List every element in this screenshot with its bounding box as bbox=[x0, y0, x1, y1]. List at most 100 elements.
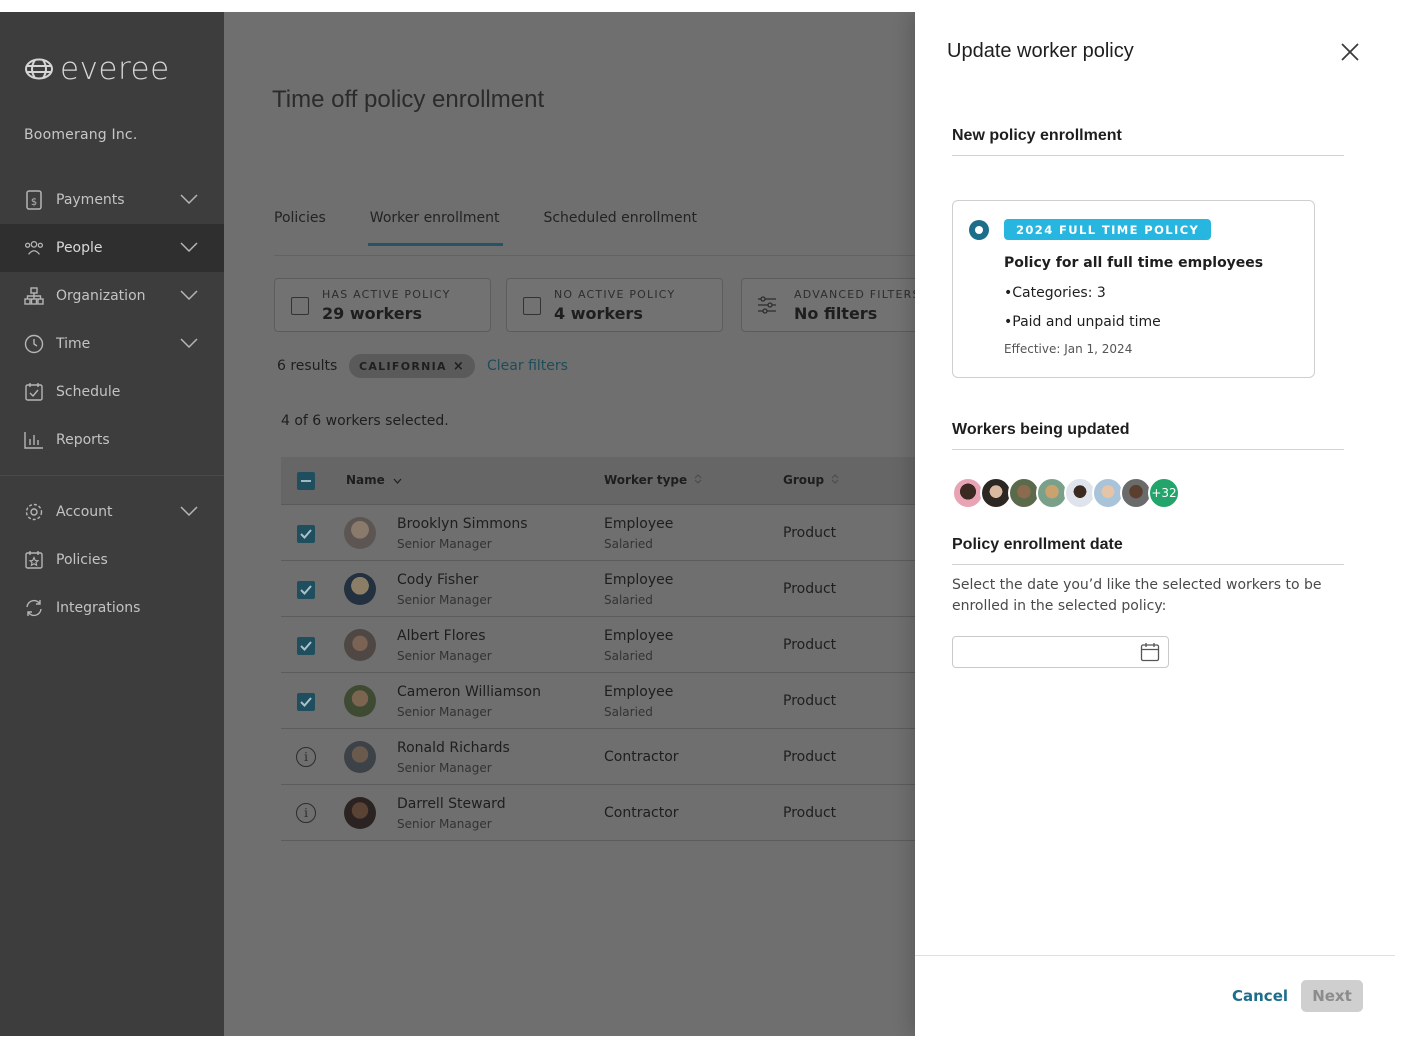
tab-worker-enrollment[interactable]: Worker enrollment bbox=[367, 210, 504, 246]
sidebar-item-reports[interactable]: Reports bbox=[0, 416, 224, 464]
workers-table: Name Worker type Group Brooklyn Simmons … bbox=[281, 457, 921, 841]
payments-icon: $ bbox=[24, 190, 44, 210]
table-row[interactable]: Cameron Williamson Senior Manager Employ… bbox=[281, 673, 921, 729]
filter-label: NO ACTIVE POLICY bbox=[554, 288, 676, 301]
sidebar-item-schedule[interactable]: Schedule bbox=[0, 368, 224, 416]
sort-icon bbox=[694, 474, 702, 484]
worker-title: Senior Manager bbox=[397, 649, 492, 663]
worker-group: Product bbox=[783, 805, 837, 821]
column-header-name[interactable]: Name bbox=[346, 473, 402, 487]
sidebar: everee Boomerang Inc. $ Payments People bbox=[0, 12, 224, 1036]
select-all-checkbox[interactable] bbox=[297, 472, 315, 490]
policy-radio-selected[interactable] bbox=[969, 220, 989, 240]
sidebar-item-label: People bbox=[56, 240, 103, 256]
worker-name[interactable]: Albert Flores bbox=[397, 628, 486, 644]
policy-name: Policy for all full time employees bbox=[1004, 255, 1264, 271]
avatar bbox=[344, 741, 376, 773]
filter-checkbox[interactable] bbox=[523, 297, 541, 315]
row-checkbox[interactable] bbox=[297, 525, 315, 543]
row-checkbox[interactable] bbox=[297, 693, 315, 711]
filter-no-active-policy[interactable]: NO ACTIVE POLICY 4 workers bbox=[506, 278, 723, 332]
filter-chip-california[interactable]: CALIFORNIA × bbox=[349, 354, 476, 378]
checkmark-icon bbox=[300, 641, 312, 651]
info-icon[interactable]: i bbox=[296, 803, 316, 823]
panel-footer-divider bbox=[915, 955, 1395, 956]
policy-effective-date: Effective: Jan 1, 2024 bbox=[1004, 342, 1133, 356]
everee-logo[interactable]: everee bbox=[24, 51, 170, 87]
sidebar-item-payments[interactable]: $ Payments bbox=[0, 176, 224, 224]
worker-group: Product bbox=[783, 693, 837, 709]
sidebar-item-integrations[interactable]: Integrations bbox=[0, 584, 224, 632]
avatar bbox=[344, 517, 376, 549]
filter-checkbox[interactable] bbox=[291, 297, 309, 315]
sidebar-nav: $ Payments People Organization Time Sche… bbox=[0, 176, 224, 632]
indeterminate-mark bbox=[301, 480, 311, 482]
page-title: Time off policy enrollment bbox=[272, 86, 545, 113]
worker-subtype: Salaried bbox=[604, 705, 653, 719]
table-row[interactable]: i Ronald Richards Senior Manager Contrac… bbox=[281, 729, 921, 785]
worker-group: Product bbox=[783, 637, 837, 653]
worker-avatar-stack[interactable]: +32 bbox=[952, 477, 1180, 509]
checkmark-icon bbox=[300, 585, 312, 595]
worker-name[interactable]: Darrell Steward bbox=[397, 796, 506, 812]
table-header: Name Worker type Group bbox=[281, 457, 921, 505]
sidebar-item-policies[interactable]: Policies bbox=[0, 536, 224, 584]
column-header-group[interactable]: Group bbox=[783, 473, 839, 487]
people-icon bbox=[24, 238, 44, 258]
organization-icon bbox=[24, 286, 44, 306]
sidebar-item-time[interactable]: Time bbox=[0, 320, 224, 368]
sidebar-item-people[interactable]: People bbox=[0, 224, 224, 272]
table-row[interactable]: i Darrell Steward Senior Manager Contrac… bbox=[281, 785, 921, 841]
globe-icon bbox=[25, 58, 53, 80]
close-icon[interactable] bbox=[1339, 41, 1361, 63]
worker-type: Employee bbox=[604, 628, 674, 644]
policy-calendar-icon bbox=[24, 550, 44, 570]
worker-name[interactable]: Brooklyn Simmons bbox=[397, 516, 528, 532]
tab-policies[interactable]: Policies bbox=[274, 210, 326, 246]
cancel-button[interactable]: Cancel bbox=[1232, 987, 1288, 1005]
panel-title: Update worker policy bbox=[947, 40, 1134, 62]
policy-time-types: •Paid and unpaid time bbox=[1004, 314, 1161, 330]
section-new-policy-heading: New policy enrollment bbox=[952, 127, 1344, 156]
worker-name[interactable]: Cameron Williamson bbox=[397, 684, 541, 700]
sliders-icon bbox=[758, 296, 776, 314]
filter-label: ADVANCED FILTERS bbox=[794, 288, 921, 301]
worker-title: Senior Manager bbox=[397, 593, 492, 607]
worker-name[interactable]: Cody Fisher bbox=[397, 572, 478, 588]
filter-value: 29 workers bbox=[322, 304, 422, 323]
sidebar-item-label: Schedule bbox=[56, 384, 121, 400]
row-checkbox[interactable] bbox=[297, 637, 315, 655]
tab-scheduled-enrollment[interactable]: Scheduled enrollment bbox=[543, 210, 697, 246]
worker-subtype: Salaried bbox=[604, 593, 653, 607]
chevron-down-icon bbox=[180, 194, 198, 204]
tab-bar: Policies Worker enrollment Scheduled enr… bbox=[274, 210, 741, 246]
clear-filters-link[interactable]: Clear filters bbox=[487, 358, 568, 374]
sidebar-item-label: Policies bbox=[56, 552, 108, 568]
sidebar-item-label: Reports bbox=[56, 432, 110, 448]
filter-value: No filters bbox=[794, 304, 878, 323]
worker-subtype: Salaried bbox=[604, 537, 653, 551]
sidebar-item-label: Payments bbox=[56, 192, 125, 208]
sidebar-item-organization[interactable]: Organization bbox=[0, 272, 224, 320]
avatar bbox=[344, 629, 376, 661]
policy-badge: 2024 FULL TIME POLICY bbox=[1004, 219, 1212, 240]
row-checkbox[interactable] bbox=[297, 581, 315, 599]
table-row[interactable]: Brooklyn Simmons Senior Manager Employee… bbox=[281, 505, 921, 561]
info-icon[interactable]: i bbox=[296, 747, 316, 767]
next-button[interactable]: Next bbox=[1301, 980, 1363, 1012]
enrollment-date-input[interactable] bbox=[952, 636, 1169, 668]
logo-text: everee bbox=[60, 51, 170, 87]
chip-remove-icon[interactable]: × bbox=[453, 359, 465, 374]
table-row[interactable]: Albert Flores Senior Manager Employee Sa… bbox=[281, 617, 921, 673]
policy-option-card[interactable]: 2024 FULL TIME POLICY Policy for all ful… bbox=[952, 200, 1315, 378]
calendar-icon[interactable] bbox=[1140, 642, 1160, 662]
clock-icon bbox=[24, 334, 44, 354]
sidebar-item-account[interactable]: Account bbox=[0, 488, 224, 536]
column-header-worker-type[interactable]: Worker type bbox=[604, 473, 702, 487]
filter-has-active-policy[interactable]: HAS ACTIVE POLICY 29 workers bbox=[274, 278, 491, 332]
worker-type: Employee bbox=[604, 684, 674, 700]
date-description: Select the date you’d like the selected … bbox=[952, 577, 1322, 614]
worker-name[interactable]: Ronald Richards bbox=[397, 740, 510, 756]
more-workers-badge[interactable]: +32 bbox=[1148, 477, 1180, 509]
table-row[interactable]: Cody Fisher Senior Manager Employee Sala… bbox=[281, 561, 921, 617]
